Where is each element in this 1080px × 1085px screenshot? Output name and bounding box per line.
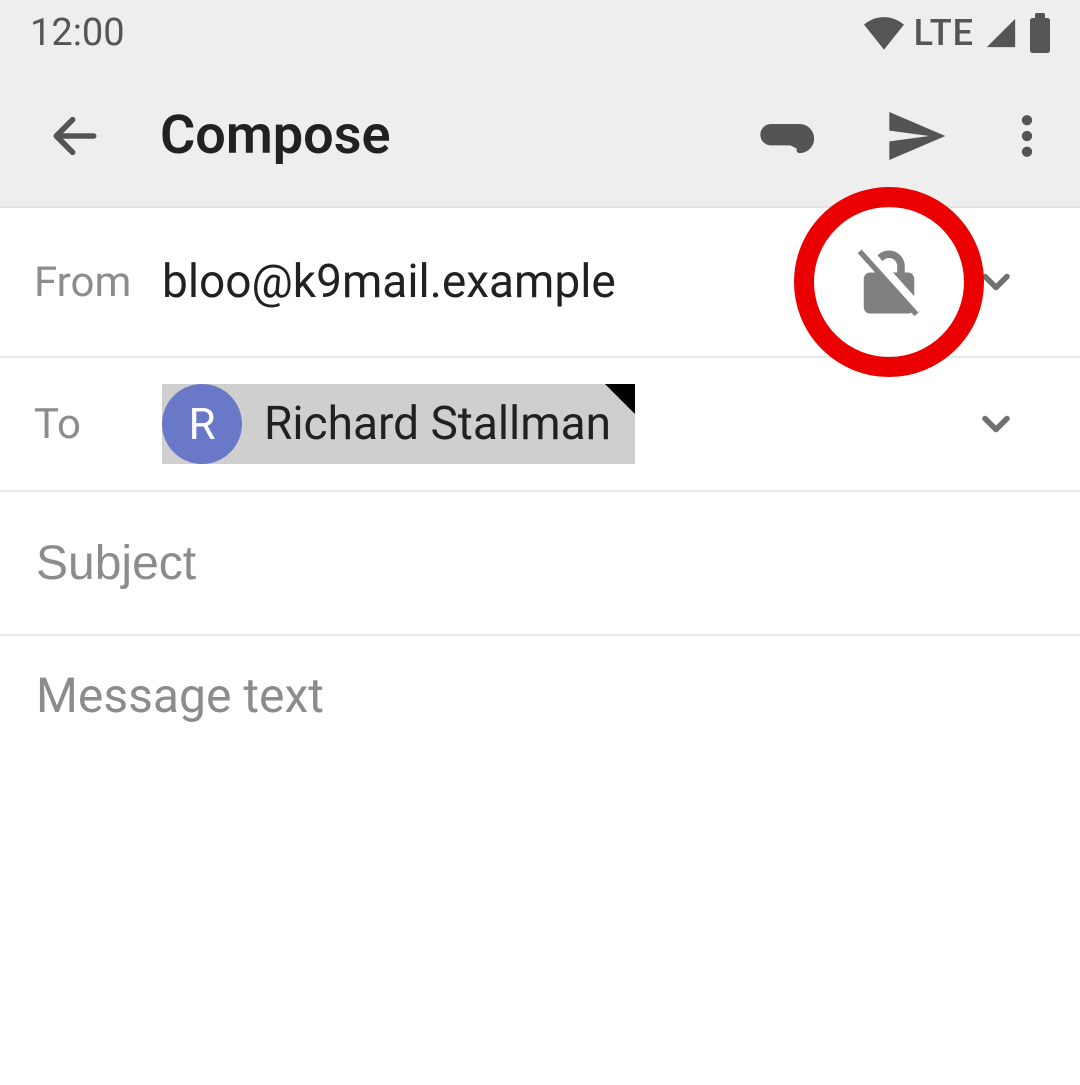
to-row: To R Richard Stallman [0, 358, 1080, 492]
recipient-chip[interactable]: R Richard Stallman [162, 384, 635, 464]
wifi-icon [864, 16, 904, 50]
from-label: From [34, 258, 162, 307]
from-row: From bloo@k9mail.example [0, 208, 1080, 358]
attachment-icon [753, 105, 815, 167]
more-vert-icon [1000, 109, 1054, 163]
network-type-label: LTE [914, 12, 974, 54]
body-input[interactable] [34, 662, 1046, 1055]
back-button[interactable] [0, 65, 150, 206]
from-expand[interactable] [946, 260, 1046, 304]
send-button[interactable] [850, 65, 982, 206]
arrow-left-icon [47, 108, 103, 164]
recipients-expand[interactable] [946, 402, 1046, 446]
lock-disabled-icon [851, 241, 927, 323]
subject-row [0, 492, 1080, 636]
cellular-signal-icon [984, 16, 1018, 50]
chevron-down-icon [974, 260, 1018, 304]
status-bar: 12:00 LTE [0, 0, 1080, 65]
body-area [0, 636, 1080, 1085]
encryption-toggle[interactable] [831, 241, 946, 323]
send-icon [884, 104, 948, 168]
status-right: LTE [864, 12, 1052, 54]
from-address[interactable]: bloo@k9mail.example [162, 255, 831, 309]
chip-corner-indicator [605, 384, 635, 414]
recipient-chips[interactable]: R Richard Stallman [162, 384, 946, 464]
recipient-avatar: R [162, 384, 242, 464]
battery-icon [1028, 13, 1052, 53]
to-label: To [34, 400, 162, 449]
chevron-down-icon [974, 402, 1018, 446]
page-title: Compose [150, 104, 718, 167]
app-bar: Compose [0, 65, 1080, 208]
status-time: 12:00 [30, 11, 125, 55]
recipient-name: Richard Stallman [242, 397, 635, 451]
attach-button[interactable] [718, 65, 850, 206]
overflow-menu-button[interactable] [982, 65, 1072, 206]
subject-input[interactable] [34, 535, 1046, 592]
